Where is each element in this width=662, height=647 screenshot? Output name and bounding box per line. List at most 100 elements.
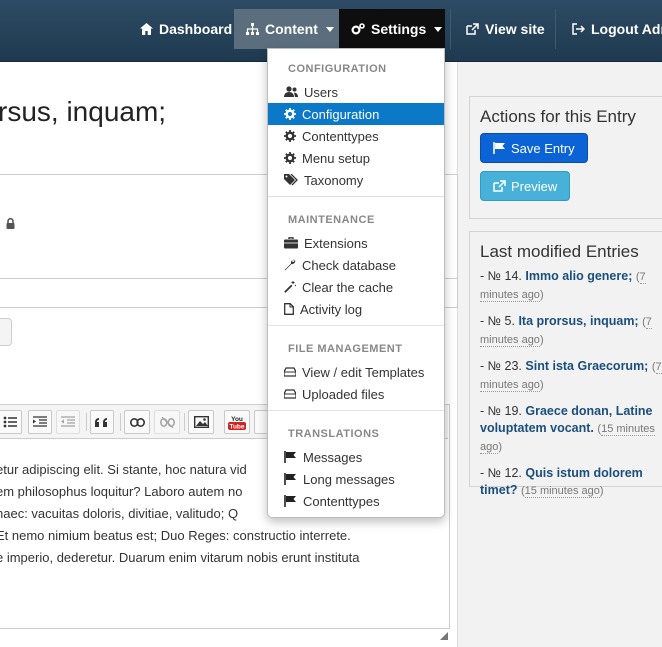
gear-icon [284, 130, 296, 142]
menu-item-extensions[interactable]: Extensions [268, 232, 444, 254]
magic-wand-icon [284, 281, 296, 293]
menu-item-contenttypes-translations[interactable]: Contenttypes [268, 490, 444, 512]
home-icon [140, 23, 153, 35]
menu-item-uploaded-files[interactable]: Uploaded files [268, 383, 444, 405]
nav-dashboard[interactable]: Dashboard [128, 9, 244, 49]
entry-timestamp-close: ) [539, 289, 544, 301]
entry-link[interactable]: Sint ista Graecorum; [525, 359, 648, 373]
menu-item-label: Extensions [304, 235, 368, 251]
menu-item-label: Contenttypes [303, 493, 380, 509]
menu-item-contenttypes[interactable]: Contenttypes [268, 125, 444, 147]
entry-number: - № 19. [480, 404, 522, 418]
field-button[interactable] [0, 318, 12, 346]
toolbar-separator [184, 413, 185, 431]
image-button[interactable] [188, 410, 214, 434]
entry-timestamp-close: ) [498, 441, 503, 453]
menu-item-messages[interactable]: Messages [268, 446, 444, 468]
gears-icon [351, 23, 365, 35]
menu-divider [268, 325, 444, 326]
hdd-icon [284, 367, 296, 377]
last-modified-list: - № 14. Immo alio genere; (7 minutes ago… [480, 268, 662, 509]
youtube-button[interactable]: You Tube [224, 410, 250, 434]
editor-line: e imperio, dederetur. Duarum enim vitaru… [0, 550, 360, 565]
entry-number: - № 23. [480, 359, 522, 373]
link-button[interactable] [124, 410, 150, 434]
save-entry-button[interactable]: Save Entry [480, 133, 588, 163]
entry-timestamp-close: ) [539, 379, 544, 391]
youtube-icon: YouTube [228, 416, 246, 430]
nav-dashboard-label: Dashboard [159, 21, 233, 37]
nav-logout[interactable]: Logout Adm [560, 9, 662, 49]
svg-text:Tube: Tube [229, 424, 244, 430]
nav-content[interactable]: Content [234, 9, 339, 49]
image-icon [193, 416, 209, 428]
link-icon [129, 417, 145, 427]
nav-settings[interactable]: Settings [339, 9, 445, 49]
navbar-divider [555, 9, 556, 49]
menu-item-label: Long messages [303, 471, 395, 487]
menu-item-configuration[interactable]: Configuration [268, 103, 444, 125]
flag-icon [493, 142, 505, 154]
briefcase-icon [284, 237, 298, 249]
menu-item-view-edit-templates[interactable]: View / edit Templates [268, 361, 444, 383]
svg-text:You: You [231, 416, 243, 423]
flag-icon [284, 473, 296, 485]
gear-icon [284, 152, 296, 164]
menu-item-label: Uploaded files [302, 386, 385, 402]
chevron-down-icon [434, 26, 443, 32]
nav-view-site[interactable]: View site [454, 9, 557, 49]
lock-icon[interactable] [6, 218, 15, 229]
entry-timestamp-open: ( [651, 361, 656, 373]
menu-item-label: Taxonomy [304, 172, 364, 188]
blockquote-button[interactable] [90, 410, 114, 434]
menu-item-clear-cache[interactable]: Clear the cache [268, 276, 444, 298]
sitemap-icon [246, 23, 259, 35]
chevron-down-icon [325, 26, 334, 32]
unlink-icon [159, 416, 175, 428]
quote-icon [95, 418, 107, 427]
toolbar-separator [120, 413, 121, 431]
list-item: - № 12. Quis istum dolorem timet? (15 mi… [480, 465, 662, 500]
external-link-icon [493, 180, 506, 192]
entry-timestamp-close: ) [539, 334, 544, 346]
tags-icon [284, 174, 298, 186]
entry-link[interactable]: Immo alio genere; [525, 269, 632, 283]
unlink-button[interactable] [154, 410, 180, 434]
nav-settings-label: Settings [371, 21, 427, 37]
nav-content-label: Content [265, 21, 318, 37]
menu-item-label: Menu setup [302, 150, 370, 166]
last-modified-panel: Last modified Entries - № 14. Immo alio … [469, 231, 662, 498]
menu-item-long-messages[interactable]: Long messages [268, 468, 444, 490]
menu-item-label: Activity log [300, 301, 363, 317]
outdent-icon [61, 416, 75, 427]
preview-button[interactable]: Preview [480, 171, 571, 201]
menu-item-activity-log[interactable]: Activity log [268, 298, 444, 320]
wrench-icon [284, 259, 296, 271]
editor-resize-handle[interactable] [440, 632, 448, 640]
hdd-icon [284, 389, 296, 399]
list-ul-icon [3, 416, 17, 428]
menu-item-label: Contenttypes [302, 128, 379, 144]
file-icon [284, 303, 294, 315]
toolbar-separator [86, 413, 87, 431]
menu-divider [268, 196, 444, 197]
menu-item-label: Users [304, 84, 338, 100]
list-item: - № 5. Ita prorsus, inquam; (7 minutes a… [480, 313, 662, 349]
indent-button[interactable] [28, 410, 52, 434]
menu-item-check-database[interactable]: Check database [268, 254, 444, 276]
outdent-button[interactable] [56, 410, 80, 434]
actions-panel: Actions for this Entry Save Entry Previe… [469, 96, 662, 219]
menu-divider [268, 410, 444, 411]
menu-section-header: TRANSLATIONS [288, 428, 380, 440]
bulleted-list-button[interactable] [0, 410, 22, 434]
menu-item-users[interactable]: Users [268, 81, 444, 103]
actions-panel-title: Actions for this Entry [480, 107, 636, 126]
settings-dropdown-menu: CONFIGURATION Users Configuration Conten… [267, 48, 445, 518]
menu-section-header: FILE MANAGEMENT [288, 343, 403, 355]
menu-section-header: CONFIGURATION [288, 63, 387, 75]
menu-item-label: Check database [302, 257, 396, 273]
entry-link[interactable]: Ita prorsus, inquam; [518, 314, 638, 328]
menu-item-label: Configuration [302, 106, 380, 122]
menu-item-taxonomy[interactable]: Taxonomy [268, 169, 444, 191]
menu-item-menu-setup[interactable]: Menu setup [268, 147, 444, 169]
